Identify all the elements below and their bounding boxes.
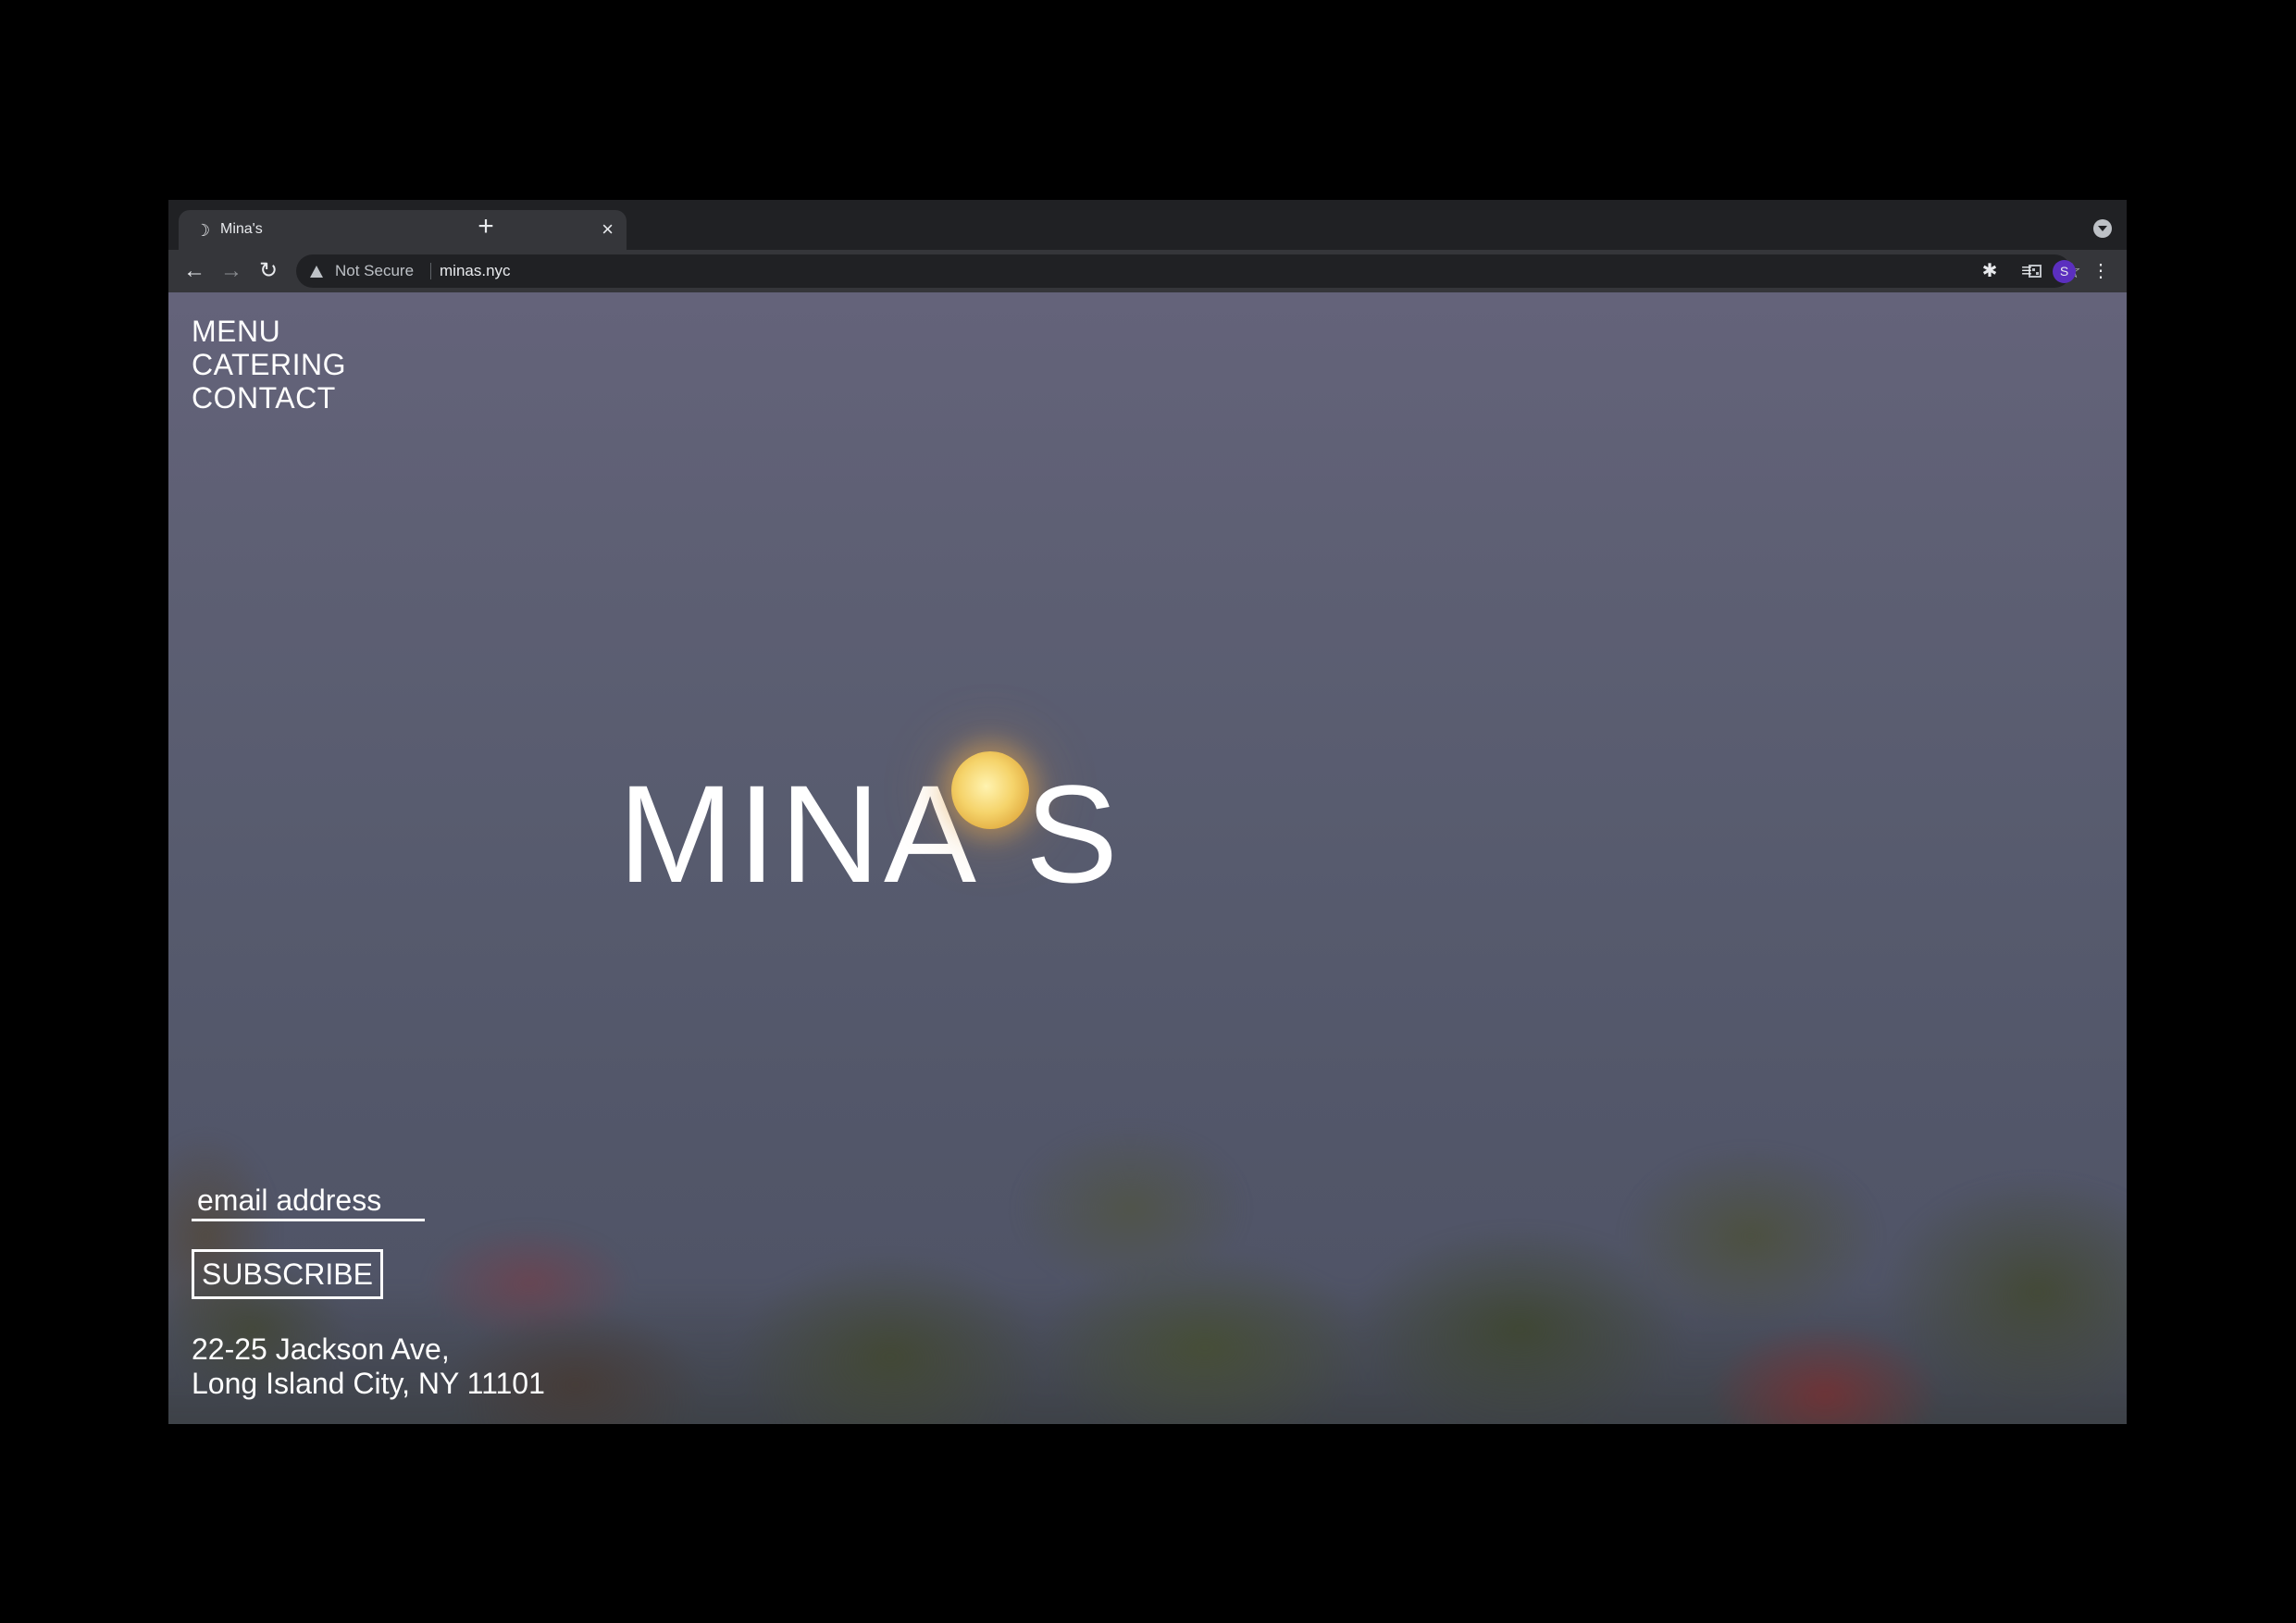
tab-strip: ☽ Mina's × + bbox=[168, 200, 2127, 250]
tab-minas[interactable]: ☽ Mina's × bbox=[179, 210, 627, 250]
kebab-menu-icon[interactable]: ⋮ bbox=[2088, 258, 2114, 284]
address: 22-25 Jackson Ave, Long Island City, NY … bbox=[192, 1332, 545, 1401]
reload-icon[interactable]: ↻ bbox=[255, 258, 281, 284]
extensions-puzzle-icon[interactable]: ✱ bbox=[1977, 258, 2003, 284]
page-viewport: MENU CATERING CONTACT MINA S SUBSCRIBE 2… bbox=[168, 292, 2127, 1424]
new-tab-button[interactable]: + bbox=[472, 213, 500, 241]
warning-icon bbox=[310, 266, 323, 278]
email-field[interactable] bbox=[192, 1183, 425, 1221]
security-label[interactable]: Not Secure bbox=[335, 261, 414, 281]
browser-toolbar: ← → ↻ Not Secure minas.nyc ☆ ✱ ≡ S ⋮ bbox=[168, 250, 2127, 292]
moon-favicon-icon: ☽ bbox=[195, 221, 211, 240]
close-tab-icon[interactable]: × bbox=[602, 217, 614, 242]
profile-avatar[interactable]: S bbox=[2053, 260, 2076, 283]
tab-title: Mina's bbox=[220, 221, 263, 237]
url-text[interactable]: minas.nyc bbox=[440, 261, 511, 281]
tab-search-icon[interactable] bbox=[2093, 219, 2112, 238]
logo-text-left: MINA bbox=[618, 756, 980, 911]
forward-arrow-icon[interactable]: → bbox=[218, 258, 244, 284]
address-bar[interactable]: Not Secure minas.nyc ☆ bbox=[296, 254, 2081, 288]
browser-window: ☽ Mina's × + ← → ↻ Not Secure minas.nyc … bbox=[168, 200, 2127, 1424]
reading-list-icon[interactable]: ≡ bbox=[2014, 258, 2040, 284]
site-nav: MENU CATERING CONTACT bbox=[192, 315, 346, 415]
logo-text-right: S bbox=[1025, 756, 1123, 911]
back-arrow-icon[interactable]: ← bbox=[181, 258, 207, 284]
nav-link-menu[interactable]: MENU bbox=[192, 315, 346, 348]
address-line-2: Long Island City, NY 11101 bbox=[192, 1367, 545, 1400]
nav-link-catering[interactable]: CATERING bbox=[192, 348, 346, 381]
omnibox-separator bbox=[430, 263, 431, 279]
nav-link-contact[interactable]: CONTACT bbox=[192, 381, 346, 415]
address-line-1: 22-25 Jackson Ave, bbox=[192, 1332, 450, 1366]
subscribe-button[interactable]: SUBSCRIBE bbox=[192, 1249, 383, 1299]
site-logo: MINA S bbox=[618, 751, 1136, 911]
moon-apostrophe-icon bbox=[951, 751, 1029, 829]
